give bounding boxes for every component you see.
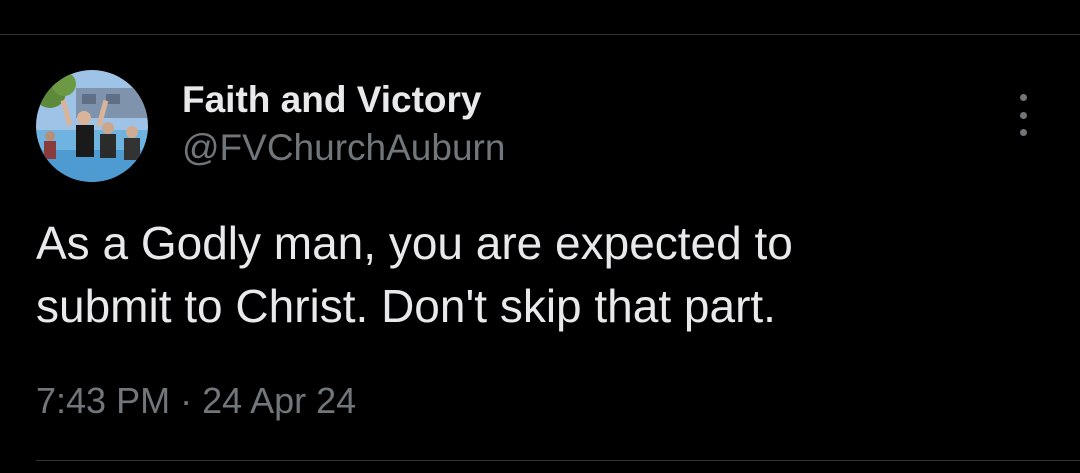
tweet-date: 24 Apr 24 xyxy=(202,380,357,421)
tweet-timestamp[interactable]: 7:43 PM · 24 Apr 24 xyxy=(36,378,356,424)
author-display-name[interactable]: Faith and Victory xyxy=(182,78,482,122)
more-vertical-icon-dot xyxy=(1019,111,1027,119)
top-divider xyxy=(0,34,1080,35)
tweet-text: As a Godly man, you are expected to subm… xyxy=(36,217,793,332)
more-options-button[interactable] xyxy=(1006,94,1040,136)
more-vertical-icon-dot xyxy=(1019,129,1027,136)
meta-separator: · xyxy=(180,380,193,421)
author-avatar[interactable] xyxy=(36,70,148,182)
tweet-time: 7:43 PM xyxy=(36,380,171,421)
more-vertical-icon xyxy=(1019,94,1027,101)
bottom-divider xyxy=(36,460,1080,461)
author-handle[interactable]: @FVChurchAuburn xyxy=(182,126,505,170)
avatar-photo-icon xyxy=(36,70,148,182)
